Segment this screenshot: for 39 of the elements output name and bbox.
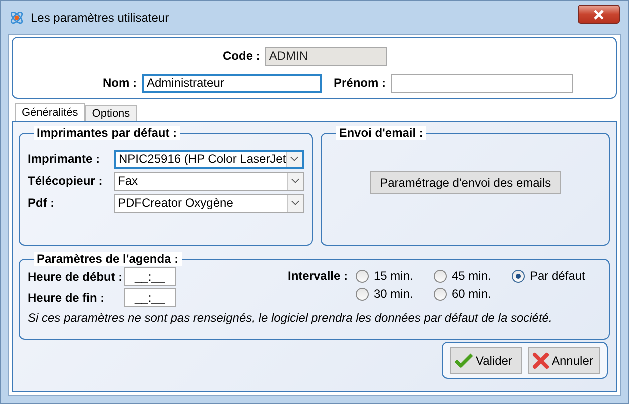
interval-label: Intervalle : bbox=[288, 269, 350, 283]
email-settings-button[interactable]: Paramétrage d'envoi des emails bbox=[370, 171, 562, 194]
interval-radio[interactable]: 30 min. bbox=[356, 287, 434, 301]
window-title: Les paramètres utilisateur bbox=[31, 10, 170, 24]
printer-label: Télécopieur : bbox=[28, 174, 104, 188]
chevron-down-icon bbox=[291, 200, 300, 206]
interval-radio[interactable]: 45 min. bbox=[434, 269, 512, 283]
close-button[interactable] bbox=[578, 5, 620, 24]
cancel-button[interactable]: Annuler bbox=[528, 347, 600, 374]
group-title: Paramètres de l'agenda : bbox=[34, 252, 182, 266]
interval-radio[interactable]: 15 min. bbox=[356, 269, 434, 283]
chevron-down-icon bbox=[290, 156, 300, 162]
printer-label: Pdf : bbox=[28, 196, 56, 210]
printer-dropdown[interactable]: Fax bbox=[114, 172, 304, 190]
prenom-label: Prénom : bbox=[334, 76, 386, 90]
nom-field[interactable]: Administrateur bbox=[142, 74, 322, 92]
group-title: Envoi d'email : bbox=[336, 126, 426, 140]
cross-icon bbox=[532, 352, 550, 370]
interval-radio[interactable]: Par défaut bbox=[512, 269, 586, 283]
start-time-field[interactable]: __:__ bbox=[124, 267, 176, 286]
checkmark-icon bbox=[454, 352, 474, 370]
info-note: Si ces paramètres ne sont pas renseignés, le logiciel prendra les données par défaut de la société. bbox=[28, 311, 554, 325]
tab[interactable]: Généralités bbox=[15, 103, 86, 121]
close-icon bbox=[593, 10, 605, 20]
group-title: Imprimantes par défaut : bbox=[34, 126, 180, 140]
start-time-label: Heure de début : bbox=[28, 270, 124, 284]
prenom-field[interactable] bbox=[391, 74, 574, 92]
printer-dropdown[interactable]: PDFCreator Oxygène bbox=[114, 194, 304, 212]
end-time-label: Heure de fin : bbox=[28, 290, 106, 304]
end-time-field[interactable]: __:__ bbox=[124, 288, 176, 307]
tab[interactable]: Options bbox=[85, 105, 138, 121]
interval-radio[interactable]: 60 min. bbox=[434, 287, 512, 301]
nom-label: Nom : bbox=[103, 76, 137, 90]
printer-label: Imprimante : bbox=[28, 152, 102, 166]
chevron-down-icon bbox=[291, 178, 300, 184]
printer-dropdown[interactable]: NPIC25916 (HP Color LaserJet bbox=[114, 150, 304, 168]
validate-button[interactable]: Valider bbox=[450, 347, 522, 374]
atom-icon bbox=[9, 10, 25, 26]
code-label: Code : bbox=[223, 49, 260, 63]
